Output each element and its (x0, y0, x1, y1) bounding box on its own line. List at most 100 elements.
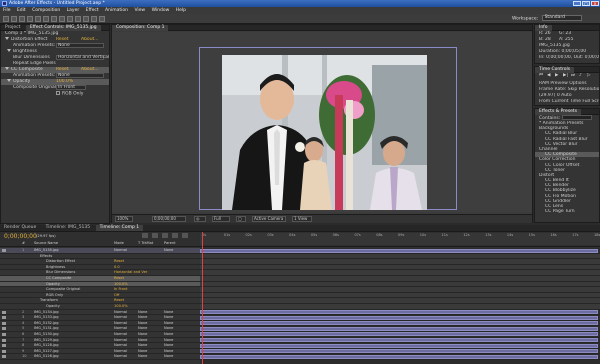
menu-window[interactable]: Window (152, 8, 170, 13)
pan-behind-tool-icon[interactable] (43, 16, 49, 22)
expand-triangle-icon[interactable] (7, 49, 11, 52)
next-frame-icon[interactable]: ▶| (563, 73, 568, 79)
menu-layer[interactable]: Layer (67, 8, 80, 13)
hand-tool-icon[interactable] (11, 16, 17, 22)
layer-duration-bar[interactable] (200, 349, 598, 354)
workspace-dropdown[interactable]: Standard (541, 15, 582, 21)
clone-tool-icon[interactable] (83, 16, 89, 22)
selection-tool-icon[interactable] (3, 16, 9, 22)
text-tool-icon[interactable] (67, 16, 73, 22)
visibility-eye-icon[interactable] (2, 344, 6, 348)
tab-timeline-img[interactable]: Timeline: IMG_5135 (42, 225, 94, 231)
layer-duration-bar[interactable] (200, 321, 598, 326)
hide-shy-layers-icon[interactable] (162, 233, 168, 238)
maximize-button[interactable]: □ (582, 1, 590, 6)
menu-animation[interactable]: Animation (105, 8, 128, 13)
menu-edit[interactable]: Edit (17, 8, 26, 13)
layer-mode-dropdown[interactable]: Normal (114, 354, 127, 359)
tab-composition[interactable]: Composition: Comp 1 (112, 25, 169, 31)
visibility-eye-icon[interactable] (2, 349, 6, 353)
visibility-eye-icon[interactable] (2, 327, 6, 331)
layer-duration-bar[interactable] (200, 354, 598, 359)
effects-search-input[interactable] (561, 115, 592, 120)
animation-presets-dropdown[interactable]: None (56, 43, 104, 48)
frame-blending-icon[interactable] (172, 233, 178, 238)
camera-tool-icon[interactable] (35, 16, 41, 22)
pen-tool-icon[interactable] (59, 16, 65, 22)
composite-original-dropdown[interactable]: In Front (56, 85, 86, 90)
ruler-tick-label: 14s (506, 233, 514, 237)
layer-name[interactable]: IMG_5126.jpg (34, 354, 59, 359)
last-frame-icon[interactable]: ⏭ (571, 73, 575, 79)
menu-effect[interactable]: Effect (86, 8, 99, 13)
blur-dimensions-dropdown[interactable]: Horizontal and Vertical (56, 55, 109, 60)
parent-dropdown[interactable]: None (164, 354, 173, 359)
brush-tool-icon[interactable] (75, 16, 81, 22)
menu-file[interactable]: File (3, 8, 11, 13)
visibility-eye-icon (2, 271, 6, 274)
menu-help[interactable]: Help (176, 8, 186, 13)
visibility-eye-icon[interactable] (2, 321, 6, 325)
close-button[interactable]: × (591, 1, 599, 6)
current-time-indicator[interactable] (202, 232, 203, 364)
expand-triangle-icon[interactable] (5, 37, 9, 40)
draft-3d-icon[interactable] (152, 233, 158, 238)
current-time-field[interactable]: 0;00;00;00 (152, 216, 186, 222)
prev-frame-icon[interactable]: ◀ (547, 73, 550, 79)
region-of-interest-button[interactable]: ▢ (236, 216, 246, 222)
visibility-eye-icon[interactable] (2, 249, 6, 252)
menu-composition[interactable]: Composition (32, 8, 60, 13)
wedding-photo[interactable] (222, 55, 427, 210)
visibility-eye-icon[interactable] (2, 316, 6, 320)
tab-timeline-comp[interactable]: Timeline: Comp 1 (95, 225, 144, 231)
app-logo-icon (2, 1, 7, 6)
camera-dropdown[interactable]: Active Camera (252, 216, 286, 222)
mask-tool-icon[interactable] (51, 16, 57, 22)
effects-item[interactable]: CC Page Turn (535, 209, 599, 214)
layer-duration-bar[interactable] (200, 310, 598, 315)
ram-preview-icon[interactable]: ▷ (587, 73, 590, 79)
wedding-photo-graphic (222, 55, 427, 210)
layer-duration-bar[interactable] (200, 326, 598, 331)
snapshot-button[interactable]: ◎ (194, 216, 206, 222)
layer-duration-bar[interactable] (200, 248, 598, 253)
comp-mini-flowchart-icon[interactable] (142, 233, 148, 238)
audio-icon[interactable]: ♪ (579, 73, 582, 79)
composition-viewer[interactable] (112, 32, 532, 212)
zoom-tool-icon[interactable] (19, 16, 25, 22)
rgb-only-checkbox[interactable] (56, 91, 60, 95)
resolution-dropdown[interactable]: Full (212, 216, 230, 222)
zoom-dropdown[interactable]: 100% (115, 216, 133, 222)
expand-triangle-icon[interactable] (5, 67, 9, 70)
col-source-name[interactable]: Source Name (34, 241, 58, 245)
layer-duration-bar[interactable] (200, 343, 598, 348)
play-icon[interactable]: ▶ (555, 73, 558, 79)
effects-presets-panel: Effects & Presets Contains: * Animation … (534, 108, 600, 223)
animation-presets-dropdown[interactable]: None (56, 73, 104, 78)
eraser-tool-icon[interactable] (91, 16, 97, 22)
visibility-eye-icon[interactable] (2, 310, 6, 314)
layer-duration-bar[interactable] (200, 338, 598, 342)
tab-render-queue[interactable]: Render Queue (0, 225, 40, 231)
visibility-eye-icon[interactable] (2, 338, 6, 342)
timeline-timecode[interactable]: 0;00;00;00 (4, 233, 37, 240)
layer-duration-bar[interactable] (200, 315, 598, 320)
menu-view[interactable]: View (134, 8, 145, 13)
rotate-tool-icon[interactable] (27, 16, 33, 22)
visibility-eye-icon[interactable] (2, 355, 6, 359)
minimize-button[interactable]: _ (573, 1, 581, 6)
trkmat-dropdown[interactable]: None (138, 354, 147, 359)
expand-triangle-icon[interactable] (7, 79, 11, 82)
puppet-tool-icon[interactable] (99, 16, 105, 22)
preview-options-row[interactable]: From Current Time Full Screen (535, 99, 599, 105)
layer-duration-bar[interactable] (200, 332, 598, 337)
visibility-eye-icon[interactable] (2, 332, 6, 336)
ruler-tick-label: 06s (332, 233, 339, 237)
view-layout-dropdown[interactable]: 1 View (292, 216, 312, 222)
first-frame-icon[interactable]: ⏮ (539, 73, 543, 79)
motion-blur-icon[interactable] (182, 233, 188, 238)
rgb-only-row[interactable]: RGB Only (1, 91, 109, 97)
timeline-tabs: Render Queue Timeline: IMG_5135 Timeline… (0, 225, 600, 232)
layer-row[interactable]: 10 IMG_5126.jpg Normal None None (0, 354, 200, 360)
time-ruler[interactable]: 0s 01s 02s 03s 04s 05s 06s 07s 08s 09s 10s 11s 12s 13… (200, 233, 600, 245)
